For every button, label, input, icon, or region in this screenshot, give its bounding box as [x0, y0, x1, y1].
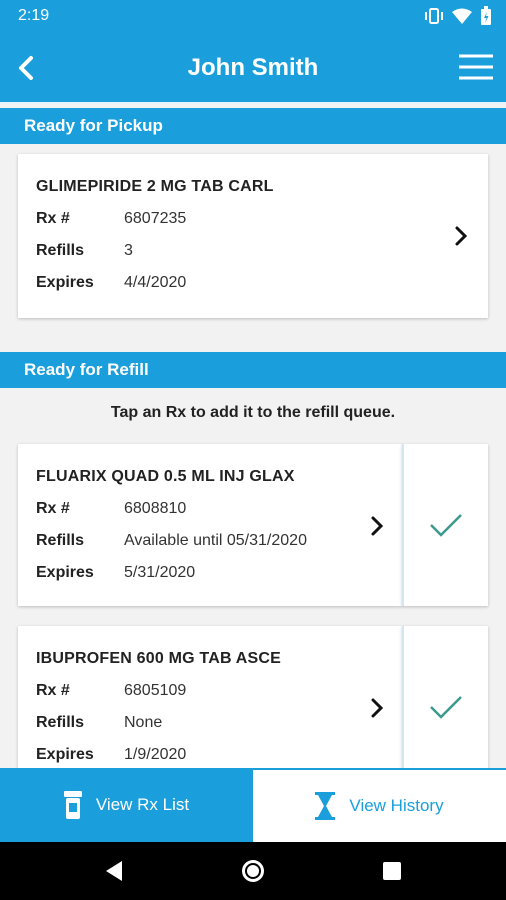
status-time: 2:19: [18, 7, 50, 24]
expires-row: Expires 1/9/2020: [36, 746, 186, 764]
rx-number-row: Rx # 6808810: [36, 500, 186, 518]
system-recents-button[interactable]: [378, 857, 406, 885]
chevron-right-icon: [455, 226, 468, 246]
refills-row: Refills Available until 05/31/2020: [36, 532, 307, 550]
rx-name: FLUARIX QUAD 0.5 ML INJ GLAX: [36, 468, 295, 485]
refills-label: Refills: [36, 714, 85, 731]
app-bar: John Smith: [0, 32, 506, 102]
refills-value: None: [124, 714, 163, 731]
rx-number-row: Rx # 6805109: [36, 682, 186, 700]
wifi-icon: [452, 8, 472, 24]
expires-row: Expires 4/4/2020: [36, 274, 186, 292]
refills-value: 3: [124, 242, 133, 259]
rx-number-value: 6805109: [124, 682, 187, 699]
chevron-right-button[interactable]: [362, 690, 392, 726]
battery-icon: [481, 6, 491, 25]
refill-rx-card[interactable]: IBUPROFEN 600 MG TAB ASCE Rx # 6805109 Re…: [18, 626, 402, 788]
hourglass-icon: [315, 792, 336, 820]
expires-label: Expires: [36, 746, 94, 763]
tab-label: View Rx List: [95, 795, 190, 814]
system-back-button[interactable]: [100, 857, 128, 885]
expires-label: Expires: [36, 564, 94, 581]
triangle-back-icon: [106, 861, 122, 881]
system-home-button[interactable]: [239, 857, 267, 885]
chevron-right-button[interactable]: [446, 218, 476, 254]
refills-label: Refills: [36, 242, 85, 259]
expires-value: 5/31/2020: [124, 564, 196, 581]
menu-icon: [459, 54, 493, 80]
pickup-rx-card[interactable]: GLIMEPIRIDE 2 MG TAB CARL Rx # 6807235 Re…: [18, 154, 488, 318]
page-title: John Smith: [187, 54, 319, 81]
expires-value: 1/9/2020: [124, 746, 187, 763]
refill-instruction: Tap an Rx to add it to the refill queue.: [110, 404, 396, 421]
circle-home-icon: [242, 860, 264, 882]
pill-bottle-icon: [63, 791, 82, 819]
header-divider: [0, 102, 506, 104]
chevron-right-icon: [371, 698, 384, 718]
expires-row: Expires 5/31/2020: [36, 564, 195, 582]
refills-label: Refills: [36, 532, 85, 549]
chevron-right-button[interactable]: [362, 508, 392, 544]
refills-row: Refills 3: [36, 242, 133, 260]
menu-button[interactable]: [456, 48, 496, 86]
checkmark-icon: [430, 514, 462, 537]
refills-row: Refills None: [36, 714, 162, 732]
rx-number-value: 6807235: [124, 210, 187, 227]
rx-number-value: 6808810: [124, 500, 187, 517]
status-bar: 2:19: [0, 0, 506, 32]
refill-rx-card[interactable]: FLUARIX QUAD 0.5 ML INJ GLAX Rx # 6808810…: [18, 444, 402, 606]
section-header-pickup: Ready for Pickup: [0, 108, 506, 144]
rx-name: IBUPROFEN 600 MG TAB ASCE: [36, 650, 282, 667]
checkmark-icon: [430, 696, 462, 719]
tab-view-rx-list[interactable]: View Rx List: [0, 768, 253, 842]
expires-label: Expires: [36, 274, 94, 291]
vibrate-icon: [425, 8, 443, 24]
status-icons: [424, 6, 492, 26]
rx-number-label: Rx #: [36, 210, 70, 227]
bottom-nav: View Rx List View History: [0, 768, 506, 842]
refills-value: Available until 05/31/2020: [124, 532, 307, 549]
chevron-right-icon: [371, 516, 384, 536]
rx-name: GLIMEPIRIDE 2 MG TAB CARL: [36, 178, 274, 195]
refill-select-toggle[interactable]: [402, 444, 488, 606]
expires-value: 4/4/2020: [124, 274, 187, 291]
rx-number-label: Rx #: [36, 682, 70, 699]
rx-number-label: Rx #: [36, 500, 70, 517]
tab-label: View History: [349, 796, 444, 815]
refill-select-toggle[interactable]: [402, 626, 488, 788]
tab-view-history[interactable]: View History: [253, 768, 506, 842]
rx-number-row: Rx # 6807235: [36, 210, 186, 228]
section-header-refill: Ready for Refill: [0, 352, 506, 388]
system-nav-bar: [0, 842, 506, 900]
square-recents-icon: [383, 862, 401, 880]
